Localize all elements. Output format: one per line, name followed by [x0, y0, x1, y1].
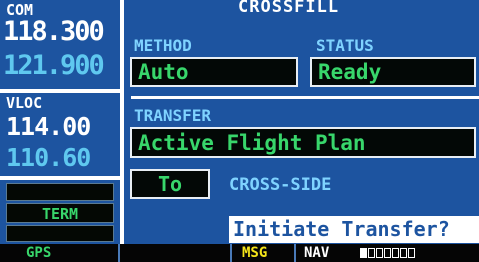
vloc-label: VLOC: [6, 94, 43, 112]
softkey-slot[interactable]: [6, 225, 114, 242]
scale-cell: [368, 248, 375, 258]
frequency-panel: COM 118.300 121.900 VLOC 114.00 110.60 T…: [0, 0, 120, 244]
nav-annunciator: NAV: [304, 245, 330, 261]
status-bar: GPS MSG NAV: [0, 244, 479, 262]
initiate-transfer-label: Initiate Transfer?: [233, 217, 450, 241]
transfer-value: Active Flight Plan: [138, 130, 366, 155]
cdi-scale-indicator: [360, 248, 476, 258]
initiate-transfer-button[interactable]: Initiate Transfer?: [229, 216, 479, 243]
page-title: CROSSFILL: [238, 0, 340, 17]
vloc-active-frequency[interactable]: 114.00: [6, 112, 91, 141]
status-nav: NAV: [298, 244, 479, 262]
status-value: Ready: [318, 60, 382, 84]
status-gps: GPS: [0, 244, 120, 262]
status-field: Ready: [310, 57, 476, 87]
scale-cell-filled: [360, 248, 367, 258]
direction-field[interactable]: To: [130, 169, 210, 199]
com-standby-frequency[interactable]: 121.900: [3, 50, 105, 81]
status-empty: [122, 244, 232, 262]
direction-value: To: [157, 172, 183, 196]
section-divider: [131, 96, 479, 99]
panel-separator: [120, 0, 124, 244]
method-field[interactable]: Auto: [130, 57, 298, 87]
msg-annunciator: MSG: [242, 245, 268, 261]
gps-mode-label: GPS: [26, 245, 52, 261]
softkey-slot[interactable]: [6, 183, 114, 201]
cross-side-label: CROSS-SIDE: [229, 175, 332, 195]
com-active-frequency[interactable]: 118.300: [3, 16, 105, 47]
transfer-field[interactable]: Active Flight Plan: [130, 127, 476, 158]
panel-divider: [0, 176, 120, 180]
term-label: TERM: [41, 205, 79, 223]
scale-cell: [392, 248, 399, 258]
panel-divider: [0, 89, 120, 93]
vloc-standby-frequency[interactable]: 110.60: [6, 143, 91, 172]
method-label: METHOD: [134, 36, 192, 55]
term-softkey[interactable]: TERM: [6, 203, 114, 223]
method-value: Auto: [138, 60, 189, 84]
transfer-label: TRANSFER: [134, 106, 212, 125]
status-label: STATUS: [316, 36, 374, 55]
scale-cell: [384, 248, 391, 258]
scale-cell: [408, 248, 415, 258]
status-msg[interactable]: MSG: [234, 244, 296, 262]
scale-cell: [376, 248, 383, 258]
scale-cell: [400, 248, 407, 258]
